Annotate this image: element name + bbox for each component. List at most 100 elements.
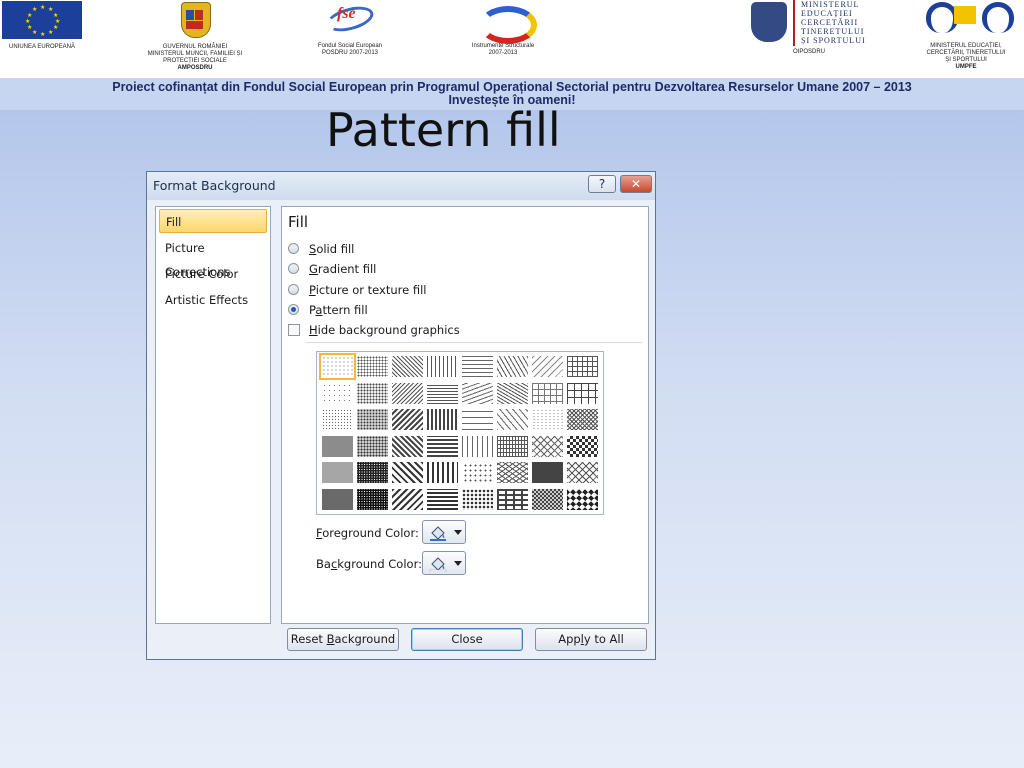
gradient-fill-label: radient fill (317, 262, 377, 276)
pattern-swatch[interactable] (322, 382, 353, 404)
picture-fill-label: icture or texture fill (315, 283, 427, 297)
umpfe-figures-icon (918, 0, 1014, 40)
background-color-label: kground Color: (337, 557, 422, 571)
apply-pre: App (558, 632, 581, 646)
slide-title: Pattern fill (326, 103, 561, 157)
pattern-swatch[interactable] (532, 356, 563, 377)
pattern-swatch[interactable] (427, 488, 458, 510)
pattern-swatch[interactable] (319, 353, 356, 380)
pattern-swatch[interactable] (357, 435, 388, 457)
pattern-swatch[interactable] (427, 409, 458, 430)
category-list: Fill Picture Corrections Picture Color A… (155, 206, 271, 624)
is-caption-2: 2007-2013 (488, 50, 518, 56)
eu-logo: ★ ★ ★ ★ ★ ★ ★ ★ ★ ★ ★ ★ UNIUNEA EUROPEANĂ (0, 0, 84, 51)
format-background-dialog: Format Background ? ✕ Fill Picture Corre… (146, 171, 656, 660)
pattern-swatch[interactable] (322, 462, 353, 483)
fse-caption-2: POSDRU 2007-2013 (321, 50, 379, 56)
pattern-swatch[interactable] (462, 488, 493, 510)
eu-flag-icon: ★ ★ ★ ★ ★ ★ ★ ★ ★ ★ ★ ★ (2, 1, 82, 39)
close-window-button[interactable]: ✕ (620, 175, 652, 193)
pattern-swatch[interactable] (567, 435, 598, 457)
pattern-swatch[interactable] (392, 356, 423, 377)
picture-fill-accel: P (309, 283, 316, 297)
pattern-swatch[interactable] (357, 488, 388, 510)
picture-fill-radio[interactable] (288, 284, 299, 295)
pattern-swatch[interactable] (427, 462, 458, 483)
close-button[interactable]: Close (411, 628, 523, 651)
pattern-swatch[interactable] (532, 488, 563, 510)
fse-logo: fse Fondul Social European POSDRU 2007-2… (305, 0, 395, 57)
close-icon: ✕ (630, 177, 642, 191)
hide-background-checkbox[interactable] (288, 324, 300, 336)
reset-background-button[interactable]: Reset Background (287, 628, 399, 651)
ministry-text-2: EDUCAȚIEI (801, 9, 853, 18)
pattern-fill-radio[interactable] (288, 304, 299, 315)
government-logo: GUVERNUL ROMÂNIEI MINISTERUL MUNCII, FAM… (137, 0, 253, 72)
help-button[interactable]: ? (588, 175, 616, 193)
ministry-crest-icon: MINISTERUL EDUCAȚIEI CERCETĂRII TINERETU… (751, 0, 879, 46)
pattern-swatch[interactable] (322, 409, 353, 430)
nav-item-picture-corrections[interactable]: Picture Corrections (159, 236, 267, 279)
nav-item-artistic-effects[interactable]: Artistic Effects (159, 288, 267, 312)
dialog-titlebar[interactable]: Format Background ? ✕ (147, 172, 655, 200)
pattern-swatch[interactable] (357, 462, 388, 483)
pattern-swatch[interactable] (497, 356, 528, 377)
pattern-swatch[interactable] (392, 462, 423, 483)
foreground-color-picker[interactable] (422, 520, 466, 544)
pattern-swatch[interactable] (462, 409, 493, 430)
pattern-swatch[interactable] (462, 382, 493, 404)
logo-header: ★ ★ ★ ★ ★ ★ ★ ★ ★ ★ ★ ★ UNIUNEA EUROPEANĂ GUVE… (0, 0, 1024, 78)
pattern-swatch[interactable] (392, 409, 423, 430)
solid-fill-label: olid fill (316, 242, 355, 256)
pattern-swatch[interactable] (462, 356, 493, 377)
pattern-swatch[interactable] (567, 409, 598, 430)
pattern-swatch[interactable] (462, 462, 493, 483)
paint-bucket-icon (430, 526, 446, 541)
gradient-fill-radio[interactable] (288, 263, 299, 274)
pattern-swatch[interactable] (392, 435, 423, 457)
nav-item-picture-color[interactable]: Picture Color (159, 262, 267, 286)
pattern-swatch[interactable] (427, 435, 458, 457)
dialog-title: Format Background (153, 178, 276, 193)
chevron-down-icon (454, 561, 462, 566)
nav-item-fill[interactable]: Fill (159, 209, 267, 233)
solid-fill-radio[interactable] (288, 243, 299, 254)
pattern-gallery (316, 351, 604, 515)
gradient-fill-accel: G (309, 262, 318, 276)
pattern-swatch[interactable] (567, 488, 598, 510)
pattern-swatch[interactable] (357, 382, 388, 404)
apply-to-all-button[interactable]: Apply to All (535, 628, 647, 651)
ministry-text-4: TINERETULUI (801, 27, 865, 36)
eu-caption: UNIUNEA EUROPEANĂ (8, 44, 75, 50)
pattern-swatch[interactable] (567, 382, 598, 404)
pattern-swatch[interactable] (392, 488, 423, 510)
ministry-caption: OIPOSDRU (792, 49, 825, 55)
government-caption-1: GUVERNUL ROMÂNIEI (162, 44, 228, 50)
is-caption-1: Instrumente Structurale (471, 43, 535, 49)
pattern-swatch[interactable] (322, 488, 353, 510)
pattern-swatch[interactable] (497, 409, 528, 430)
pattern-swatch[interactable] (532, 409, 563, 430)
pattern-swatch[interactable] (567, 356, 598, 377)
pattern-swatch[interactable] (497, 435, 528, 457)
pattern-swatch[interactable] (357, 409, 388, 430)
pattern-swatch[interactable] (497, 488, 528, 510)
pattern-swatch[interactable] (532, 382, 563, 404)
pattern-fill-label: ttern fill (322, 303, 368, 317)
ministry-logo: MINISTERUL EDUCAȚIEI CERCETĂRII TINERETU… (751, 0, 879, 55)
umpfe-logo: MINISTERUL EDUCAȚIEI, CERCETĂRII, TINERE… (910, 0, 1022, 71)
chevron-down-icon (454, 530, 462, 535)
pattern-swatch[interactable] (567, 462, 598, 483)
pattern-swatch[interactable] (322, 435, 353, 457)
pattern-swatch[interactable] (497, 462, 528, 483)
pattern-swatch[interactable] (497, 382, 528, 404)
pattern-swatch[interactable] (427, 356, 458, 377)
pattern-swatch[interactable] (532, 462, 563, 483)
pattern-swatch[interactable] (392, 382, 423, 404)
background-color-picker[interactable] (422, 551, 466, 575)
apply-label: y to All (583, 632, 624, 646)
pattern-swatch[interactable] (462, 435, 493, 457)
pattern-swatch[interactable] (532, 435, 563, 457)
pattern-swatch[interactable] (427, 382, 458, 404)
pattern-swatch[interactable] (357, 356, 388, 377)
